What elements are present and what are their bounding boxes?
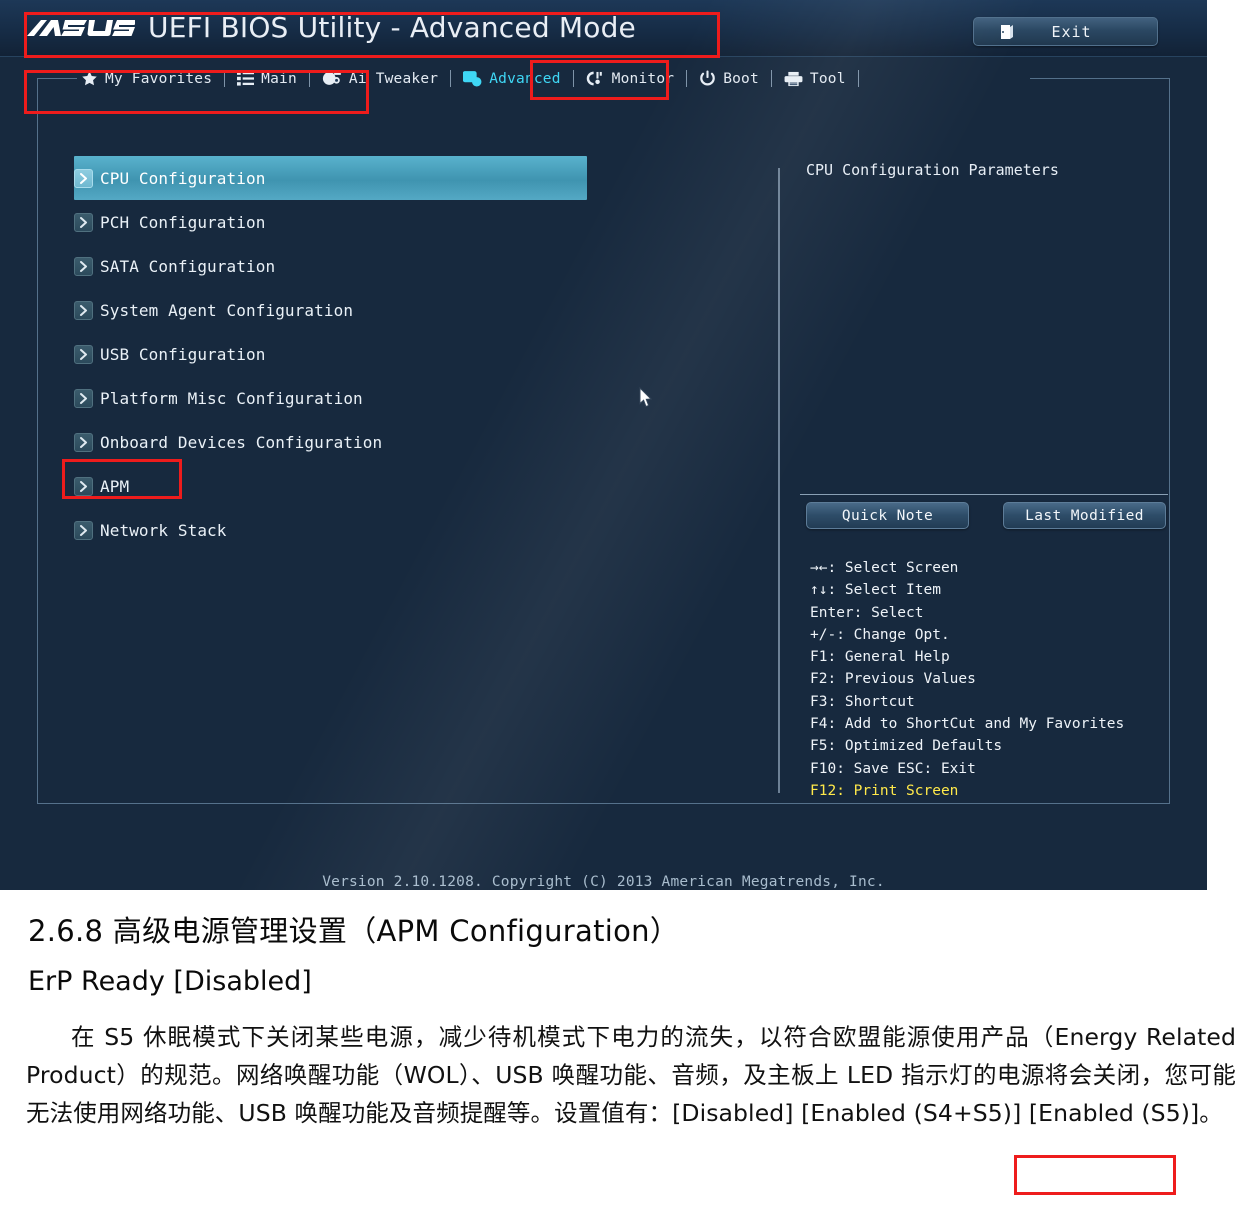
key-hint: F2: Previous Values <box>810 671 976 688</box>
key-hint: F1: General Help <box>810 649 950 666</box>
help-divider <box>800 494 1168 495</box>
menu-item-label: CPU Configuration <box>100 168 266 188</box>
chevron-right-icon <box>74 212 93 232</box>
menu-item-label: System Agent Configuration <box>100 300 354 320</box>
key-hint: F5: Optimized Defaults <box>810 738 1003 755</box>
menu-item-usb-configuration[interactable]: USB Configuration <box>74 332 589 376</box>
menu-item-network-stack[interactable]: Network Stack <box>74 508 589 552</box>
menu-item-onboard-devices-configuration[interactable]: Onboard Devices Configuration <box>74 420 589 464</box>
setting-description: 在 S5 休眠模式下关闭某些电源，减少待机模式下电力的流失，以符合欧盟能源使用产… <box>26 1018 1236 1132</box>
chevron-right-icon <box>74 520 93 540</box>
key-hint: F10: Save ESC: Exit <box>810 760 976 777</box>
bios-title-bar: UEFI BIOS Utility - Advanced Mode Exit <box>0 0 1207 57</box>
key-hint: Enter: Select <box>810 604 924 621</box>
menu-item-sata-configuration[interactable]: SATA Configuration <box>74 244 589 288</box>
menu-item-apm[interactable]: APM <box>74 464 589 508</box>
exit-door-icon <box>1001 24 1013 39</box>
app-title: UEFI BIOS Utility - Advanced Mode <box>148 11 636 44</box>
quick-note-button[interactable]: Quick Note <box>806 502 969 529</box>
menu-item-label: APM <box>100 476 130 496</box>
mouse-cursor-icon <box>639 387 653 408</box>
help-description: CPU Configuration Parameters <box>806 161 1059 179</box>
menu-item-label: Onboard Devices Configuration <box>100 432 383 452</box>
menu-item-cpu-configuration[interactable]: CPU Configuration <box>74 156 587 200</box>
exit-button-label: Exit <box>1051 22 1092 41</box>
panel-vertical-divider <box>778 168 780 793</box>
key-hint-highlighted: F12: Print Screen <box>810 782 959 799</box>
menu-item-label: PCH Configuration <box>100 212 266 232</box>
key-hint: →←: Select Screen <box>810 560 959 576</box>
menu-item-label: USB Configuration <box>100 344 266 364</box>
menu-item-system-agent-configuration[interactable]: System Agent Configuration <box>74 288 589 332</box>
section-heading: 2.6.8 高级电源管理设置（APM Configuration） <box>28 914 680 948</box>
asus-logo-icon <box>25 15 135 43</box>
chevron-right-icon <box>74 476 93 496</box>
chevron-right-icon <box>74 256 93 276</box>
setting-description-text: 在 S5 休眠模式下关闭某些电源，减少待机模式下电力的流失，以符合欧盟能源使用产… <box>26 1023 1236 1127</box>
exit-button[interactable]: Exit <box>973 17 1158 46</box>
chevron-right-icon <box>74 388 93 408</box>
key-hint: F4: Add to ShortCut and My Favorites <box>810 716 1125 733</box>
bios-version-line: Version 2.10.1208. Copyright (C) 2013 Am… <box>322 874 885 890</box>
menu-item-platform-misc-configuration[interactable]: Platform Misc Configuration <box>74 376 589 420</box>
key-hints-list: →←: Select Screen ↑↓: Select Item Enter:… <box>810 557 1124 802</box>
menu-item-label: SATA Configuration <box>100 256 276 276</box>
menu-item-pch-configuration[interactable]: PCH Configuration <box>74 200 589 244</box>
bios-screenshot: UEFI BIOS Utility - Advanced Mode Exit M… <box>0 0 1207 890</box>
chevron-right-icon <box>74 168 93 188</box>
setting-subheading: ErP Ready [Disabled] <box>28 966 312 997</box>
key-hint: F3: Shortcut <box>810 693 915 710</box>
key-hint: ↑↓: Select Item <box>810 582 941 599</box>
chevron-right-icon <box>74 432 93 452</box>
help-button-row: Quick Note Last Modified <box>806 502 1166 529</box>
menu-item-label: Network Stack <box>100 520 227 540</box>
key-hint: +/-: Change Opt. <box>810 626 950 643</box>
document-section: 2.6.8 高级电源管理设置（APM Configuration） ErP Re… <box>0 890 1254 1216</box>
chevron-right-icon <box>74 344 93 364</box>
last-modified-button[interactable]: Last Modified <box>1003 502 1166 529</box>
menu-item-label: Platform Misc Configuration <box>100 388 363 408</box>
chevron-right-icon <box>74 300 93 320</box>
advanced-menu-list: CPU Configuration PCH Configuration SATA… <box>74 156 589 552</box>
